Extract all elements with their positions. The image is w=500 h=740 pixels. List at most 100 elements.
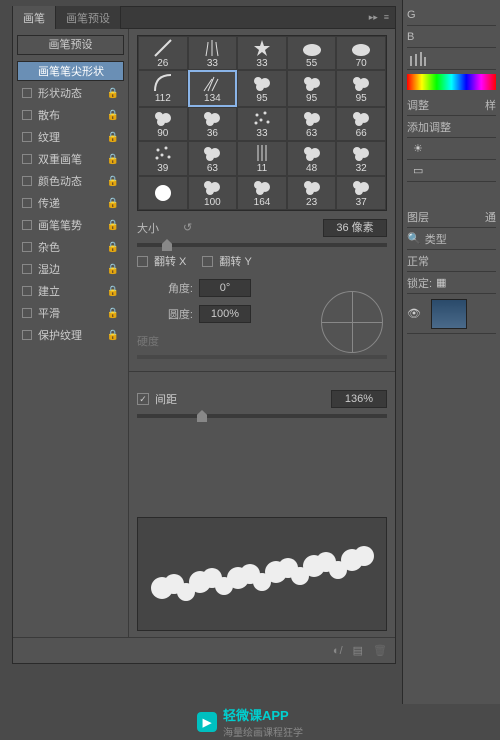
collapse-icon[interactable]: ▸▸ [369,12,378,23]
tab-brush[interactable]: 画笔 [13,6,56,30]
adjust-brightness-icon[interactable]: ☀ [413,142,423,155]
lock-icon[interactable]: 🔒 [107,132,119,143]
brush-tip-24[interactable]: 37 [336,176,386,210]
option-checkbox[interactable] [22,88,32,98]
brush-option-5[interactable]: 颜色动态🔒 [17,171,124,191]
lock-pixels-icon[interactable]: ▦ [436,276,446,289]
brush-tip-22[interactable]: 164 [237,176,287,210]
brush-option-8[interactable]: 杂色🔒 [17,237,124,257]
brush-tip-4[interactable]: 70 [336,36,386,70]
brush-tip-6[interactable]: 134 [188,70,238,106]
brush-option-0[interactable]: 画笔笔尖形状🔒 [17,61,124,81]
lock-icon[interactable]: 🔒 [107,198,119,209]
angle-roundness-widget[interactable] [321,291,383,353]
brush-tip-21[interactable]: 100 [188,176,238,210]
brush-tip-8[interactable]: 95 [287,70,337,106]
brush-option-2[interactable]: 散布🔒 [17,105,124,125]
brush-tip-1[interactable]: 33 [188,36,238,70]
layer-thumbnail[interactable] [431,299,467,329]
option-checkbox[interactable] [22,286,32,296]
brush-option-9[interactable]: 湿边🔒 [17,259,124,279]
new-preset-icon[interactable]: ▤ [353,644,363,657]
lock-icon[interactable]: 🔒 [107,242,119,253]
brush-tip-5[interactable]: 112 [138,70,188,106]
toggle-preview-icon[interactable]: ◐/ [333,645,343,657]
brush-tip-7[interactable]: 95 [237,70,287,106]
option-checkbox[interactable] [22,308,32,318]
brush-tip-0[interactable]: 26 [138,36,188,70]
brush-option-11[interactable]: 平滑🔒 [17,303,124,323]
brush-tip-9[interactable]: 95 [336,70,386,106]
lock-icon[interactable]: 🔒 [107,330,119,341]
brush-tip-10[interactable]: 90 [138,107,188,141]
brush-size-label: 33 [207,58,218,69]
brush-option-4[interactable]: 双重画笔🔒 [17,149,124,169]
visibility-icon[interactable]: 👁 [407,307,421,320]
angle-input[interactable]: 0° [199,279,251,297]
lock-icon[interactable]: 🔒 [107,110,119,121]
spacing-input[interactable]: 136% [331,390,387,408]
tab-brush-presets[interactable]: 画笔预设 [56,6,121,30]
brush-tip-3[interactable]: 55 [287,36,337,70]
tab-menu[interactable]: ▸▸ ≡ [369,12,395,23]
flip-x-checkbox[interactable] [137,256,148,267]
brush-tip-14[interactable]: 66 [336,107,386,141]
brush-tip-17[interactable]: 11 [237,141,287,175]
lock-icon[interactable]: 🔒 [107,154,119,165]
tab-layers[interactable]: 图层 [407,209,429,225]
brush-tip-19[interactable]: 32 [336,141,386,175]
tab-channels[interactable]: 通 [485,209,496,225]
size-slider[interactable] [137,243,387,247]
tab-styles[interactable]: 样 [485,97,496,113]
color-spectrum[interactable] [407,74,496,90]
option-checkbox[interactable] [22,242,32,252]
brush-option-7[interactable]: 画笔笔势🔒 [17,215,124,235]
brush-option-10[interactable]: 建立🔒 [17,281,124,301]
promo-subtitle: 海量绘画课程狂学 [223,724,303,739]
option-checkbox[interactable] [22,220,32,230]
brush-tip-12[interactable]: 33 [237,107,287,141]
trash-icon[interactable]: 🗑 [373,644,387,657]
option-checkbox[interactable] [22,132,32,142]
lock-icon[interactable]: 🔒 [107,88,119,99]
option-checkbox[interactable] [22,176,32,186]
tab-adjustments[interactable]: 调整 [407,97,429,113]
brush-option-3[interactable]: 纹理🔒 [17,127,124,147]
lock-icon[interactable]: 🔒 [107,176,119,187]
brush-option-1[interactable]: 形状动态🔒 [17,83,124,103]
filter-type-label[interactable]: 类型 [425,231,447,247]
blend-mode-select[interactable]: 正常 [407,253,429,269]
reset-size-icon[interactable]: ↺ [183,221,197,235]
brush-option-6[interactable]: 传递🔒 [17,193,124,213]
brush-tip-23[interactable]: 23 [287,176,337,210]
option-checkbox[interactable] [22,264,32,274]
lock-icon[interactable]: 🔒 [107,286,119,297]
brush-tip-15[interactable]: 39 [138,141,188,175]
roundness-input[interactable]: 100% [199,305,251,323]
brush-preset-button[interactable]: 画笔预设 [17,35,124,55]
adjust-more-icon[interactable]: ▭ [413,164,423,177]
brushes-dock-icon[interactable] [407,48,429,70]
brush-tip-grid[interactable]: 2633335570112134959595903633636639631148… [137,35,387,211]
option-checkbox[interactable] [22,330,32,340]
brush-option-12[interactable]: 保护纹理🔒 [17,325,124,345]
brush-swatch-icon [151,183,175,203]
option-checkbox[interactable] [22,154,32,164]
brush-tip-11[interactable]: 36 [188,107,238,141]
menu-icon[interactable]: ≡ [384,12,389,23]
brush-tip-2[interactable]: 33 [237,36,287,70]
brush-tip-16[interactable]: 63 [188,141,238,175]
flip-y-checkbox[interactable] [202,256,213,267]
lock-icon[interactable]: 🔒 [107,308,119,319]
search-icon[interactable]: 🔍 [407,232,421,245]
size-input[interactable]: 36 像素 [323,219,387,237]
brush-tip-18[interactable]: 48 [287,141,337,175]
spacing-checkbox[interactable]: ✓ [137,393,149,405]
option-checkbox[interactable] [22,110,32,120]
lock-icon[interactable]: 🔒 [107,220,119,231]
option-checkbox[interactable] [22,198,32,208]
brush-tip-20[interactable] [138,176,188,210]
brush-tip-13[interactable]: 63 [287,107,337,141]
lock-icon[interactable]: 🔒 [107,264,119,275]
spacing-slider[interactable] [137,414,387,418]
